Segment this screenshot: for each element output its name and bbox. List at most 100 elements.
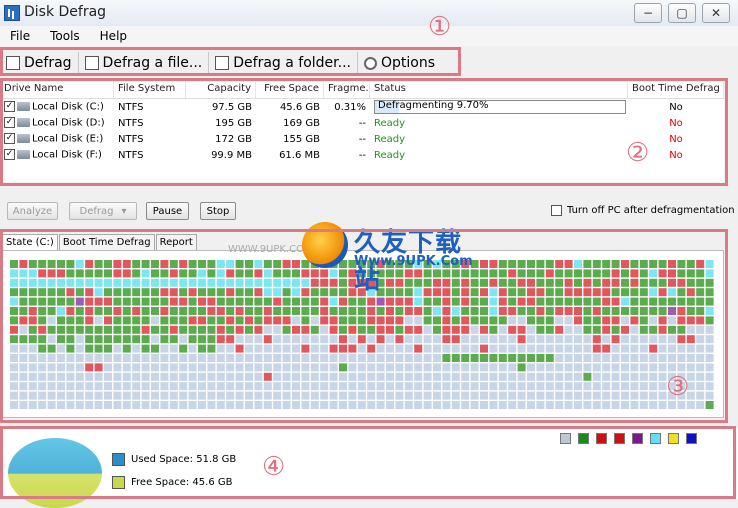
cluster-block (245, 269, 253, 278)
analyze-button[interactable]: Analyze (7, 202, 58, 220)
cluster-block (498, 354, 507, 362)
cluster-block (216, 278, 225, 287)
stop-button[interactable]: Stop (200, 202, 236, 220)
cluster-block (658, 401, 667, 409)
cluster-block (141, 288, 150, 297)
status-cell: Ready (370, 118, 628, 129)
cluster-block (545, 363, 554, 372)
cluster-block (564, 401, 573, 409)
cluster-block (85, 288, 94, 297)
col-capacity[interactable]: Capacity (186, 82, 256, 98)
cluster-block (621, 354, 629, 362)
drive-name-cell[interactable]: ✓ Local Disk (C:) (0, 101, 114, 113)
col-file-system[interactable]: File System (114, 82, 186, 98)
turn-off-checkbox[interactable] (551, 205, 562, 216)
table-row[interactable]: ✓ Local Disk (C:) NTFS 97.5 GB 45.6 GB 0.… (0, 99, 724, 115)
cluster-block (47, 354, 56, 362)
defrag-folder-button[interactable]: Defrag a folder... (209, 52, 358, 74)
cluster-block (489, 344, 498, 353)
col-boot-time-defrag[interactable]: Boot Time Defrag (628, 82, 724, 98)
drive-name-cell[interactable]: ✓ Local Disk (E:) (0, 133, 114, 145)
cluster-block (357, 344, 366, 353)
col-drive-name[interactable]: Drive Name (0, 82, 114, 98)
close-button[interactable]: ✕ (702, 3, 730, 23)
cluster-block (442, 354, 451, 362)
turn-off-option[interactable]: Turn off PC after defragmentation (551, 205, 735, 216)
menu-tools[interactable]: Tools (40, 26, 90, 46)
cluster-block (461, 307, 470, 315)
cluster-block (235, 278, 244, 287)
table-row[interactable]: ✓ Local Disk (E:) NTFS 172 GB 155 GB -- R… (0, 131, 724, 147)
tab-boot-time-defrag[interactable]: Boot Time Defrag (58, 234, 155, 250)
cluster-block (75, 325, 84, 334)
pause-button[interactable]: Pause (146, 202, 189, 220)
cluster-block (310, 363, 319, 372)
cluster-block (639, 363, 648, 372)
cluster-block (113, 278, 122, 287)
cluster-block (263, 307, 272, 315)
cluster-block (480, 325, 488, 334)
cluster-block (28, 316, 37, 325)
cluster-block (686, 307, 695, 315)
cluster-block (10, 269, 18, 278)
cluster-block (498, 372, 507, 381)
cluster-block (621, 269, 629, 278)
cluster-block (602, 307, 611, 315)
cluster-block (132, 269, 141, 278)
cluster-block (696, 363, 705, 372)
col-status[interactable]: Status (370, 82, 628, 98)
cluster-block (160, 372, 169, 381)
defrag-file-button[interactable]: Defrag a file... (79, 52, 210, 74)
cluster-block (226, 391, 235, 400)
cluster-block (536, 260, 545, 268)
cluster-block (75, 260, 84, 268)
cluster-legend (560, 433, 697, 444)
cluster-block (160, 278, 169, 287)
cluster-block (151, 297, 159, 306)
cluster-block (254, 382, 263, 391)
defrag-toolbar-button[interactable]: Defrag (0, 52, 79, 74)
cluster-block (160, 316, 169, 325)
cluster-block (151, 316, 159, 325)
cluster-block (621, 307, 629, 315)
cluster-block (357, 391, 366, 400)
cluster-block (292, 307, 300, 315)
cluster-block (592, 325, 601, 334)
cluster-block (301, 278, 310, 287)
cluster-block (75, 278, 84, 287)
menu-file[interactable]: File (0, 26, 40, 46)
drive-checkbox[interactable]: ✓ (4, 149, 15, 161)
cluster-block (104, 288, 112, 297)
drive-checkbox[interactable]: ✓ (4, 101, 15, 113)
cluster-block (179, 288, 188, 297)
cluster-block (19, 260, 28, 268)
cluster-block (28, 335, 37, 344)
cluster-block (630, 260, 639, 268)
cluster-block (273, 363, 282, 372)
tab-report[interactable]: Report (155, 234, 197, 250)
menu-help[interactable]: Help (90, 26, 137, 46)
defrag-button[interactable]: Defrag ▾ (69, 202, 137, 220)
cluster-block (423, 382, 432, 391)
cluster-block (517, 288, 526, 297)
drive-checkbox[interactable]: ✓ (4, 117, 15, 129)
maximize-button[interactable]: ▢ (668, 3, 696, 23)
drive-name-cell[interactable]: ✓ Local Disk (D:) (0, 117, 114, 129)
cluster-block (470, 316, 479, 325)
cluster-block (705, 335, 714, 344)
cluster-block (282, 335, 291, 344)
tab-state[interactable]: State (C:) (2, 234, 58, 250)
cluster-block (583, 391, 592, 400)
table-row[interactable]: ✓ Local Disk (F:) NTFS 99.9 MB 61.6 MB --… (0, 147, 724, 163)
options-button[interactable]: Options (358, 52, 441, 74)
cluster-block (658, 288, 667, 297)
cluster-block (508, 363, 517, 372)
cluster-block (696, 316, 705, 325)
col-free-space[interactable]: Free Space (256, 82, 324, 98)
drive-checkbox[interactable]: ✓ (4, 133, 15, 145)
minimize-button[interactable]: − (634, 3, 662, 23)
col-fragmentation[interactable]: Fragme... (324, 82, 370, 98)
drive-name-cell[interactable]: ✓ Local Disk (F:) (0, 149, 114, 161)
cluster-block (169, 382, 178, 391)
table-row[interactable]: ✓ Local Disk (D:) NTFS 195 GB 169 GB -- R… (0, 115, 724, 131)
